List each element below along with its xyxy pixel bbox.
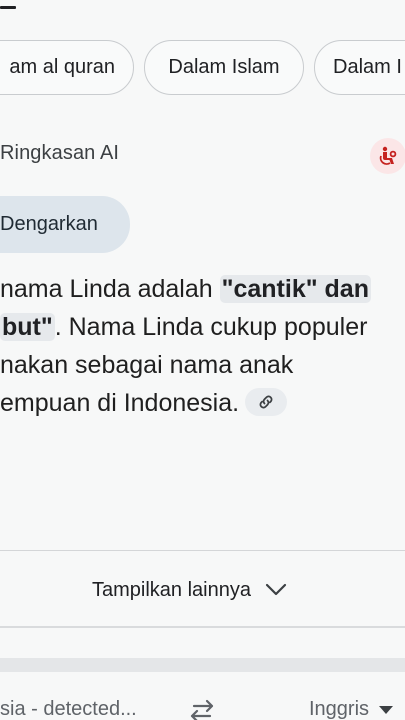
lab-flask-icon[interactable] bbox=[370, 138, 405, 174]
source-language-select[interactable]: sia - detected... bbox=[0, 698, 137, 720]
source-link-button[interactable] bbox=[245, 388, 288, 417]
listen-button[interactable]: Dengarkan bbox=[0, 196, 130, 253]
link-icon bbox=[259, 395, 273, 409]
summary-highlight[interactable]: "cantik" dan bbox=[219, 275, 371, 303]
summary-line-4: empuan di Indonesia. bbox=[0, 384, 405, 422]
summary-highlight[interactable]: but" bbox=[0, 313, 55, 341]
show-more-label: Tampilkan lainnya bbox=[92, 578, 251, 601]
divider bbox=[0, 550, 405, 551]
listen-label: Dengarkan bbox=[0, 213, 98, 235]
chip-label: am al quran bbox=[9, 56, 115, 78]
ai-overview-title: Ringkasan AI bbox=[0, 142, 120, 164]
related-chips-row: am al quran Dalam Islam Dalam I bbox=[0, 40, 405, 96]
top-edge-mark bbox=[0, 6, 16, 9]
show-more-button[interactable]: Tampilkan lainnya bbox=[92, 576, 287, 604]
dropdown-triangle-icon bbox=[379, 705, 394, 714]
chip-dalam[interactable]: Dalam I bbox=[314, 40, 405, 95]
summary-line-1: nama Linda adalah "cantik" dan bbox=[0, 270, 405, 308]
divider bbox=[0, 626, 405, 628]
chip-al-quran[interactable]: am al quran bbox=[0, 40, 134, 95]
summary-text: nama Linda adalah bbox=[0, 275, 220, 303]
target-language-select[interactable]: Inggris bbox=[309, 698, 394, 720]
target-language-label: Inggris bbox=[309, 698, 370, 720]
summary-text: . Nama Linda cukup populer bbox=[54, 313, 368, 341]
chip-label: Dalam Islam bbox=[168, 56, 280, 78]
summary-line-3: nakan sebagai nama anak bbox=[0, 351, 294, 379]
summary-text: empuan di Indonesia. bbox=[0, 389, 240, 417]
translate-bar: sia - detected... Inggris bbox=[0, 690, 405, 720]
search-results-page: am al quran Dalam Islam Dalam I Ringkasa… bbox=[0, 0, 405, 720]
chip-dalam-islam[interactable]: Dalam Islam bbox=[144, 40, 304, 95]
swap-arrows-icon[interactable] bbox=[186, 698, 218, 720]
chip-label: Dalam I bbox=[333, 56, 402, 78]
summary-line-2: but". Nama Linda cukup populer bbox=[0, 308, 405, 346]
section-separator bbox=[0, 658, 405, 672]
chevron-down-icon bbox=[265, 583, 287, 596]
ai-summary-text: nama Linda adalah "cantik" dan but". Nam… bbox=[0, 270, 405, 422]
